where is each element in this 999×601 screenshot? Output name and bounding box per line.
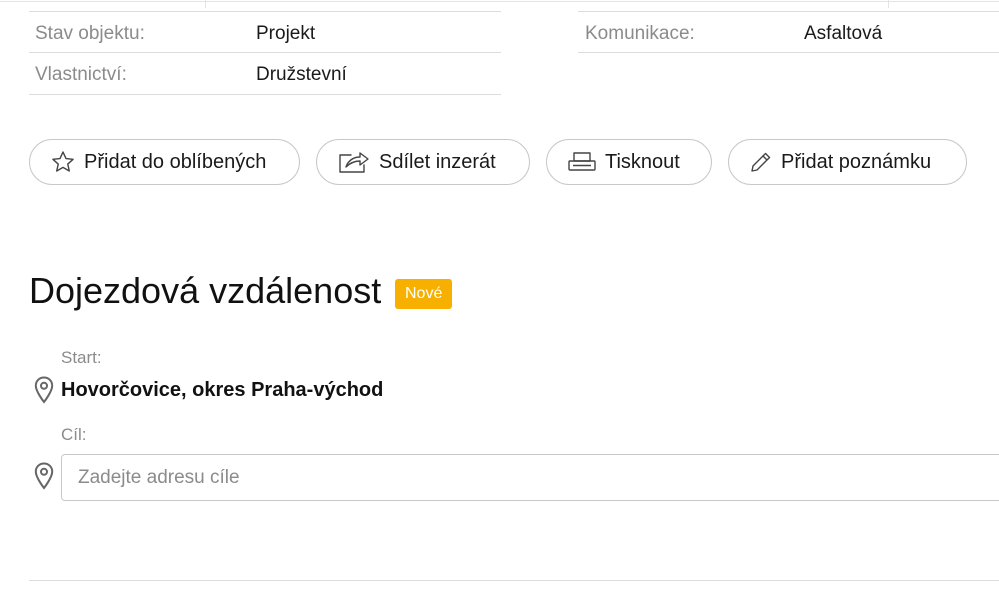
section-divider (29, 580, 999, 581)
map-pin-icon (34, 376, 54, 404)
top-divider-tick (888, 0, 889, 8)
share-arrow-icon (337, 149, 371, 175)
property-label: Stav objektu: (35, 23, 145, 44)
property-value: Projekt (256, 23, 316, 44)
map-pin-icon (34, 462, 54, 490)
share-listing-label: Sdílet inzerát (379, 150, 496, 173)
pencil-icon (749, 150, 773, 174)
printer-icon (567, 150, 597, 174)
add-to-favorites-button[interactable]: Přidat do oblíbených (29, 139, 300, 185)
start-label: Start: (61, 348, 102, 367)
print-button[interactable]: Tisknout (546, 139, 712, 185)
property-table-right: Komunikace: Asfaltová (578, 11, 999, 53)
add-to-favorites-label: Přidat do oblíbených (84, 150, 267, 173)
add-note-label: Přidat poznámku (781, 150, 932, 173)
property-label: Komunikace: (585, 23, 695, 44)
share-listing-button[interactable]: Sdílet inzerát (316, 139, 530, 185)
start-location: Hovorčovice, okres Praha-východ (61, 379, 384, 401)
star-icon (50, 149, 76, 175)
property-row: Vlastnictví: Družstevní (29, 53, 501, 95)
property-value: Asfaltová (804, 23, 883, 44)
add-note-button[interactable]: Přidat poznámku (728, 139, 967, 185)
destination-input[interactable] (61, 454, 999, 501)
property-row: Stav objektu: Projekt (29, 11, 501, 53)
destination-label: Cíl: (61, 425, 87, 444)
print-label: Tisknout (605, 150, 680, 173)
new-badge: Nové (395, 279, 453, 309)
page: Stav objektu: Projekt Vlastnictví: Družs… (0, 0, 999, 601)
property-label: Vlastnictví: (35, 64, 127, 85)
section-title: Dojezdová vzdálenost (29, 270, 382, 311)
top-divider (0, 1, 999, 2)
top-divider-tick (205, 0, 206, 8)
property-row: Komunikace: Asfaltová (578, 11, 999, 53)
property-value: Družstevní (256, 64, 347, 85)
property-table-left: Stav objektu: Projekt Vlastnictví: Družs… (29, 11, 501, 95)
